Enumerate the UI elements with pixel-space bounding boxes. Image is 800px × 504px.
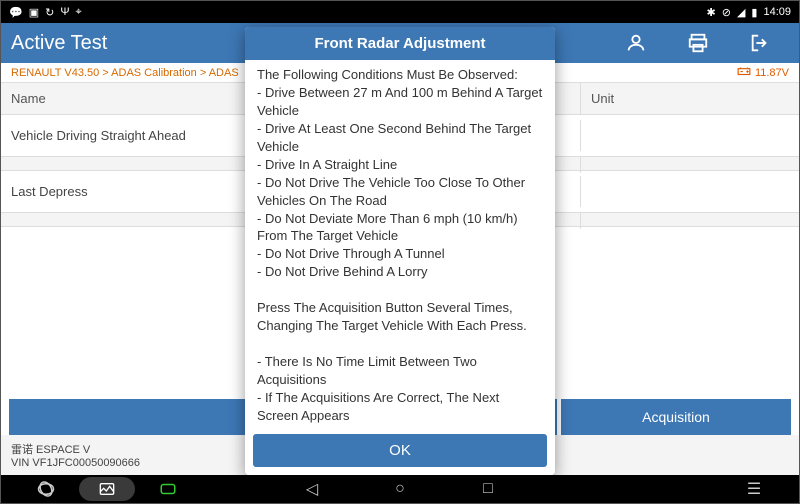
ok-button[interactable]: OK — [253, 434, 547, 467]
modal-body: The Following Conditions Must Be Observe… — [245, 60, 555, 428]
modal-dialog: Front Radar Adjustment The Following Con… — [245, 27, 555, 475]
modal-title: Front Radar Adjustment — [245, 27, 555, 60]
modal-overlay: Front Radar Adjustment The Following Con… — [1, 1, 799, 503]
